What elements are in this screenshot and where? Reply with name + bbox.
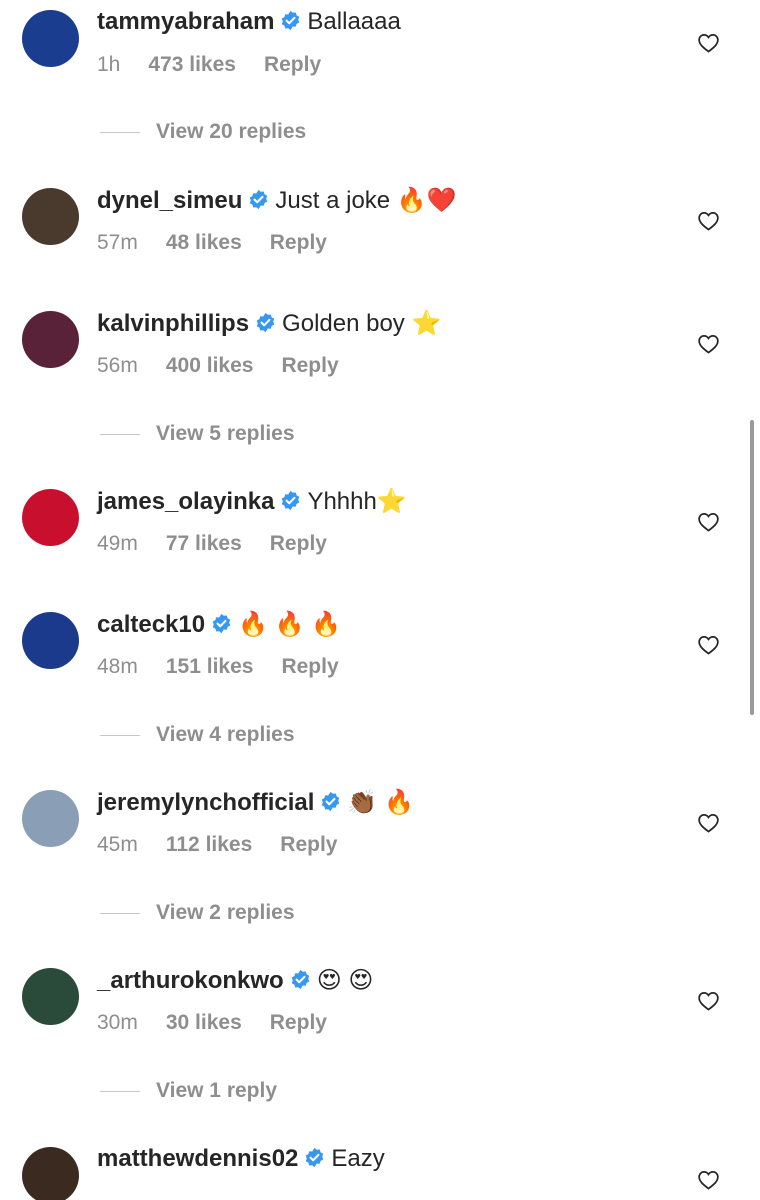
comment: calteck10 🔥 🔥 🔥 48m 151 likes Reply (0, 602, 760, 702)
comment-username[interactable]: _arthurokonkwo (97, 967, 284, 994)
comment: kalvinphillips Golden boy ⭐ 56m 400 likes R… (0, 301, 760, 401)
verified-badge-icon (291, 969, 309, 990)
comment-time: 49m (97, 532, 138, 555)
verified-badge-icon (322, 791, 340, 812)
reply-button[interactable]: Reply (270, 532, 327, 555)
comment-text: Eazy (331, 1145, 385, 1172)
comment-username[interactable]: jeremylynchofficial (97, 789, 314, 816)
divider (100, 734, 140, 736)
reply-button[interactable]: Reply (281, 354, 338, 377)
comment-likes[interactable]: 48 likes (166, 231, 242, 254)
comment-likes[interactable]: 112 likes (166, 833, 252, 856)
comment-likes[interactable]: 30 likes (166, 1011, 242, 1034)
divider (100, 912, 140, 914)
verified-badge-icon (250, 189, 268, 210)
comment-text: 👏🏾 🔥 (347, 789, 414, 816)
comment: matthewdennis02 Eazy (0, 1137, 760, 1200)
reply-button[interactable]: Reply (264, 53, 321, 76)
divider (100, 1090, 140, 1092)
view-replies-button[interactable]: View 2 replies (100, 901, 295, 925)
heart-icon[interactable] (697, 210, 720, 231)
reply-button[interactable]: Reply (270, 1011, 327, 1034)
comment-text: Ballaaaa (307, 8, 401, 35)
avatar[interactable] (22, 311, 79, 368)
comment-time: 45m (97, 833, 138, 856)
verified-badge-icon (256, 312, 275, 333)
view-replies-label: View 1 reply (156, 1079, 278, 1102)
comment-text: 🔥 🔥 🔥 (238, 611, 342, 638)
reply-button[interactable]: Reply (280, 833, 337, 856)
verified-badge-icon (212, 613, 231, 634)
avatar[interactable] (22, 489, 79, 546)
avatar[interactable] (22, 1147, 79, 1200)
comment-username[interactable]: tammyabraham (97, 8, 274, 35)
reply-button[interactable]: Reply (281, 655, 338, 678)
divider (100, 131, 140, 133)
heart-icon[interactable] (697, 333, 720, 354)
comment: tammyabraham Ballaaaa 1h 473 likes Reply (0, 0, 760, 100)
comment-likes[interactable]: 77 likes (166, 532, 242, 555)
comment-time: 1h (97, 53, 121, 76)
divider (100, 433, 140, 435)
comment-text: 😍 😍 (316, 967, 374, 994)
heart-icon[interactable] (697, 990, 720, 1011)
heart-icon[interactable] (697, 1169, 720, 1190)
comment-likes[interactable]: 400 likes (166, 354, 254, 377)
comment-text: Just a joke 🔥❤️ (275, 187, 457, 214)
heart-icon[interactable] (697, 634, 720, 655)
view-replies-button[interactable]: View 20 replies (100, 120, 306, 144)
reply-button[interactable]: Reply (270, 231, 327, 254)
view-replies-button[interactable]: View 5 replies (100, 422, 295, 446)
heart-icon[interactable] (697, 32, 720, 53)
comment-text: Golden boy ⭐ (282, 310, 442, 337)
avatar[interactable] (22, 10, 79, 67)
comment-username[interactable]: matthewdennis02 (97, 1145, 298, 1172)
comment-likes[interactable]: 473 likes (148, 53, 236, 76)
comment-username[interactable]: calteck10 (97, 611, 205, 638)
comment-likes[interactable]: 151 likes (166, 655, 254, 678)
comment: james_olayinka Yhhhh⭐ 49m 77 likes Reply (0, 479, 760, 579)
comment: dynel_simeu Just a joke 🔥❤️ 57m 48 likes Re… (0, 178, 760, 278)
verified-badge-icon (306, 1147, 324, 1168)
comment: _arthurokonkwo 😍 😍 30m 30 likes Reply (0, 958, 760, 1058)
view-replies-label: View 4 replies (156, 723, 295, 746)
scrollbar[interactable] (750, 420, 754, 715)
view-replies-label: View 5 replies (156, 422, 295, 445)
comment-time: 30m (97, 1011, 138, 1034)
view-replies-button[interactable]: View 4 replies (100, 723, 295, 747)
comment-username[interactable]: james_olayinka (97, 488, 274, 515)
comment: jeremylynchofficial 👏🏾 🔥 45m 112 likes Repl… (0, 780, 760, 880)
view-replies-label: View 20 replies (156, 120, 307, 143)
comment-username[interactable]: kalvinphillips (97, 310, 249, 337)
avatar[interactable] (22, 612, 79, 669)
verified-badge-icon (282, 490, 300, 511)
comment-username[interactable]: dynel_simeu (97, 187, 242, 214)
verified-badge-icon (282, 10, 300, 31)
avatar[interactable] (22, 188, 79, 245)
comment-time: 56m (97, 354, 138, 377)
comment-time: 57m (97, 231, 138, 254)
avatar[interactable] (22, 968, 79, 1025)
view-replies-label: View 2 replies (156, 901, 295, 924)
view-replies-button[interactable]: View 1 reply (100, 1079, 277, 1103)
comment-text: Yhhhh⭐ (307, 488, 407, 515)
heart-icon[interactable] (697, 511, 720, 532)
avatar[interactable] (22, 790, 79, 847)
heart-icon[interactable] (697, 812, 720, 833)
comment-time: 48m (97, 655, 138, 678)
